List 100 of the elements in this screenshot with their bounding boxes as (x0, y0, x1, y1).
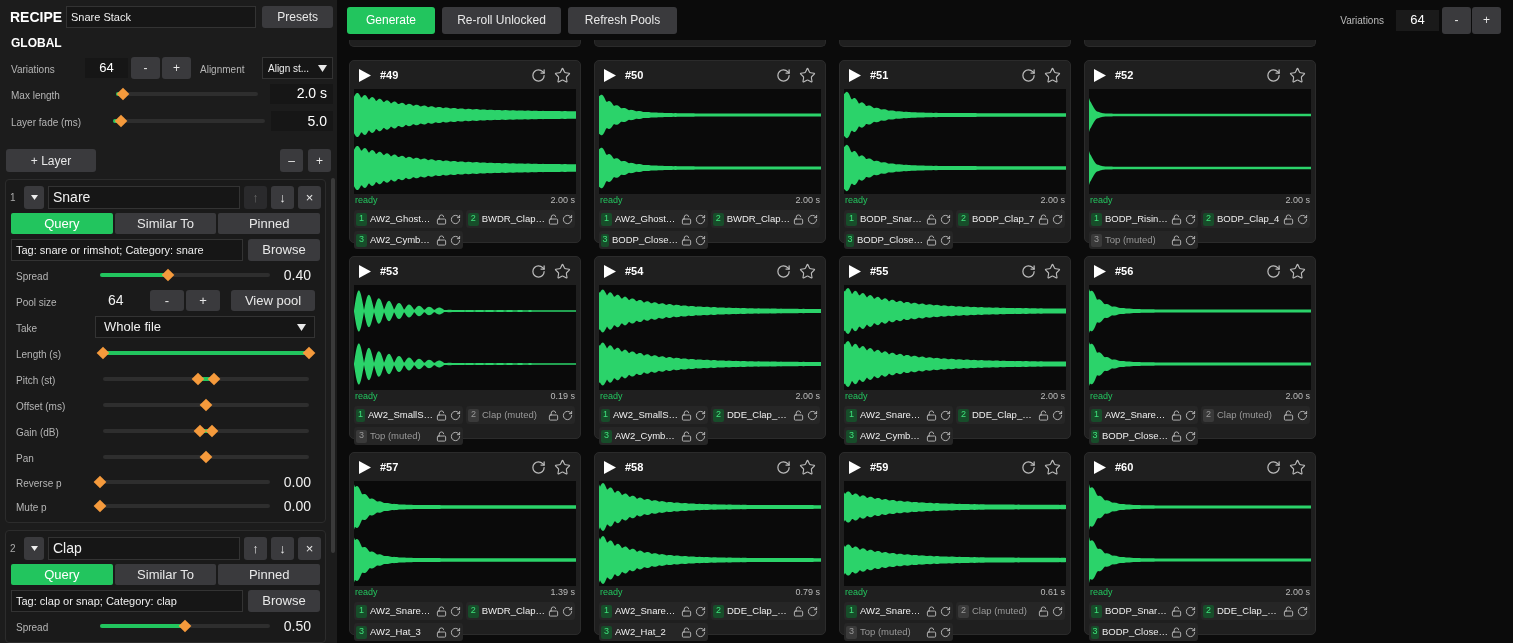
presets-button[interactable]: Presets (262, 6, 333, 28)
play-icon[interactable] (849, 69, 861, 82)
reroll-icon[interactable] (695, 234, 706, 246)
lock-icon[interactable] (793, 409, 804, 421)
reroll-icon[interactable] (450, 234, 461, 246)
lock-icon[interactable] (681, 605, 692, 617)
reroll-icon[interactable] (1185, 213, 1196, 225)
layer-chip[interactable]: 3 AW2_Hat_2 (599, 623, 708, 641)
star-icon[interactable] (1044, 67, 1061, 84)
take-dropdown[interactable]: Whole file (95, 316, 315, 338)
star-icon[interactable] (554, 67, 571, 84)
layer-chip[interactable]: 3 AW2_Cymb… (844, 427, 953, 445)
layer-chip[interactable]: 3 BODP_Close… (844, 231, 953, 249)
increment-button[interactable]: + (1472, 6, 1501, 34)
layer-chip[interactable]: 1 BODP_Snar… (1089, 602, 1198, 620)
collapse-button[interactable] (24, 537, 44, 560)
source-tab[interactable]: Pinned (218, 564, 320, 585)
lock-icon[interactable] (681, 430, 692, 442)
source-tab[interactable]: Similar To (114, 213, 217, 234)
slider-thumb[interactable] (114, 114, 128, 128)
lock-icon[interactable] (793, 213, 804, 225)
slider-thumb[interactable] (193, 424, 207, 438)
value-field[interactable]: 5.0 (271, 111, 333, 132)
star-icon[interactable] (554, 459, 571, 476)
view-pool-button[interactable]: View pool (231, 290, 315, 311)
reroll-icon[interactable] (562, 409, 573, 421)
layer-chip[interactable]: 1 BODP_Snar… (844, 210, 953, 228)
play-icon[interactable] (849, 265, 861, 278)
increment-button[interactable]: + (308, 149, 331, 172)
layer-chip[interactable]: 3 BODP_Close… (1089, 623, 1198, 641)
reroll-icon[interactable] (531, 264, 546, 279)
layer-chip[interactable]: 1 AW2_SmallS… (599, 406, 708, 424)
slider-thumb[interactable] (116, 87, 130, 101)
star-icon[interactable] (1289, 263, 1306, 280)
reroll-icon[interactable] (1021, 460, 1036, 475)
query-field[interactable]: Tag: clap or snap; Category: clap (11, 590, 243, 612)
layer-chip[interactable]: 2 DDE_Clap_… (956, 406, 1065, 424)
reroll-icon[interactable] (940, 213, 951, 225)
reroll-icon[interactable] (1185, 409, 1196, 421)
lock-icon[interactable] (793, 605, 804, 617)
reroll-icon[interactable] (695, 409, 706, 421)
lock-icon[interactable] (1171, 605, 1182, 617)
reroll-icon[interactable] (807, 213, 818, 225)
lock-icon[interactable] (681, 409, 692, 421)
layer-chip[interactable]: 3 AW2_Hat_3 (354, 623, 463, 641)
star-icon[interactable] (1289, 67, 1306, 84)
layer-chip[interactable]: 1 AW2_Snare… (844, 406, 953, 424)
lock-icon[interactable] (926, 409, 937, 421)
layer-chip[interactable]: 1 AW2_Snare… (844, 602, 953, 620)
reroll-icon[interactable] (450, 213, 461, 225)
play-icon[interactable] (849, 461, 861, 474)
layer-chip[interactable]: 1 AW2_Ghost… (354, 210, 463, 228)
source-tab[interactable]: Similar To (114, 564, 217, 585)
slider-thumb[interactable] (191, 372, 205, 386)
lock-icon[interactable] (681, 234, 692, 246)
reroll-icon[interactable] (1021, 264, 1036, 279)
reroll-icon[interactable] (1052, 213, 1063, 225)
layer-chip[interactable]: 1 AW2_Ghost… (599, 210, 708, 228)
remove-button[interactable]: × (298, 186, 321, 209)
slider-thumb[interactable] (161, 268, 175, 282)
layer-chip[interactable]: 2 DDE_Clap_… (711, 406, 820, 424)
layer-chip[interactable]: 3 Top (muted) (844, 623, 953, 641)
play-icon[interactable] (604, 265, 616, 278)
reroll-icon[interactable] (450, 409, 461, 421)
increment-button[interactable]: + (186, 290, 220, 311)
slider-thumb[interactable] (199, 450, 213, 464)
reroll-icon[interactable] (1266, 264, 1281, 279)
layer-chip[interactable]: 3 AW2_Cymb… (599, 427, 708, 445)
layer-chip[interactable]: 2 Clap (muted) (1201, 406, 1310, 424)
slider-thumb[interactable] (208, 372, 221, 386)
layer-chip[interactable]: 3 BODP_Close… (1089, 427, 1198, 445)
lock-icon[interactable] (1171, 409, 1182, 421)
slider-thumb[interactable] (199, 398, 213, 412)
reroll-icon[interactable] (695, 626, 706, 638)
move-up-button[interactable]: ↑ (244, 537, 267, 560)
alignment-dropdown[interactable]: Align st... (262, 57, 333, 79)
layer-chip[interactable]: 1 AW2_Snare… (354, 602, 463, 620)
reroll-icon[interactable] (940, 626, 951, 638)
slider-thumb[interactable] (93, 499, 107, 513)
lock-icon[interactable] (926, 605, 937, 617)
layer-chip[interactable]: 3 Top (muted) (354, 427, 463, 445)
layer-chip[interactable]: 2 DDE_Clap_… (1201, 602, 1310, 620)
slider-thumb[interactable] (205, 424, 219, 438)
lock-icon[interactable] (681, 626, 692, 638)
layer-chip[interactable]: 3 Top (muted) (1089, 231, 1198, 249)
lock-icon[interactable] (1171, 626, 1182, 638)
lock-icon[interactable] (436, 213, 447, 225)
browse-button[interactable]: Browse (248, 239, 320, 261)
lock-icon[interactable] (926, 430, 937, 442)
variations-value[interactable]: 64 (1396, 9, 1439, 31)
lock-icon[interactable] (1171, 234, 1182, 246)
layer-chip[interactable]: 2 BODP_Clap_7 (956, 210, 1065, 228)
reroll-icon[interactable] (807, 409, 818, 421)
play-icon[interactable] (604, 461, 616, 474)
lock-icon[interactable] (1038, 213, 1049, 225)
layer-chip[interactable]: 2 BWDR_Clap… (711, 210, 820, 228)
source-tab[interactable]: Pinned (218, 213, 320, 234)
star-icon[interactable] (799, 459, 816, 476)
lock-icon[interactable] (548, 605, 559, 617)
slider-thumb[interactable] (93, 475, 107, 489)
